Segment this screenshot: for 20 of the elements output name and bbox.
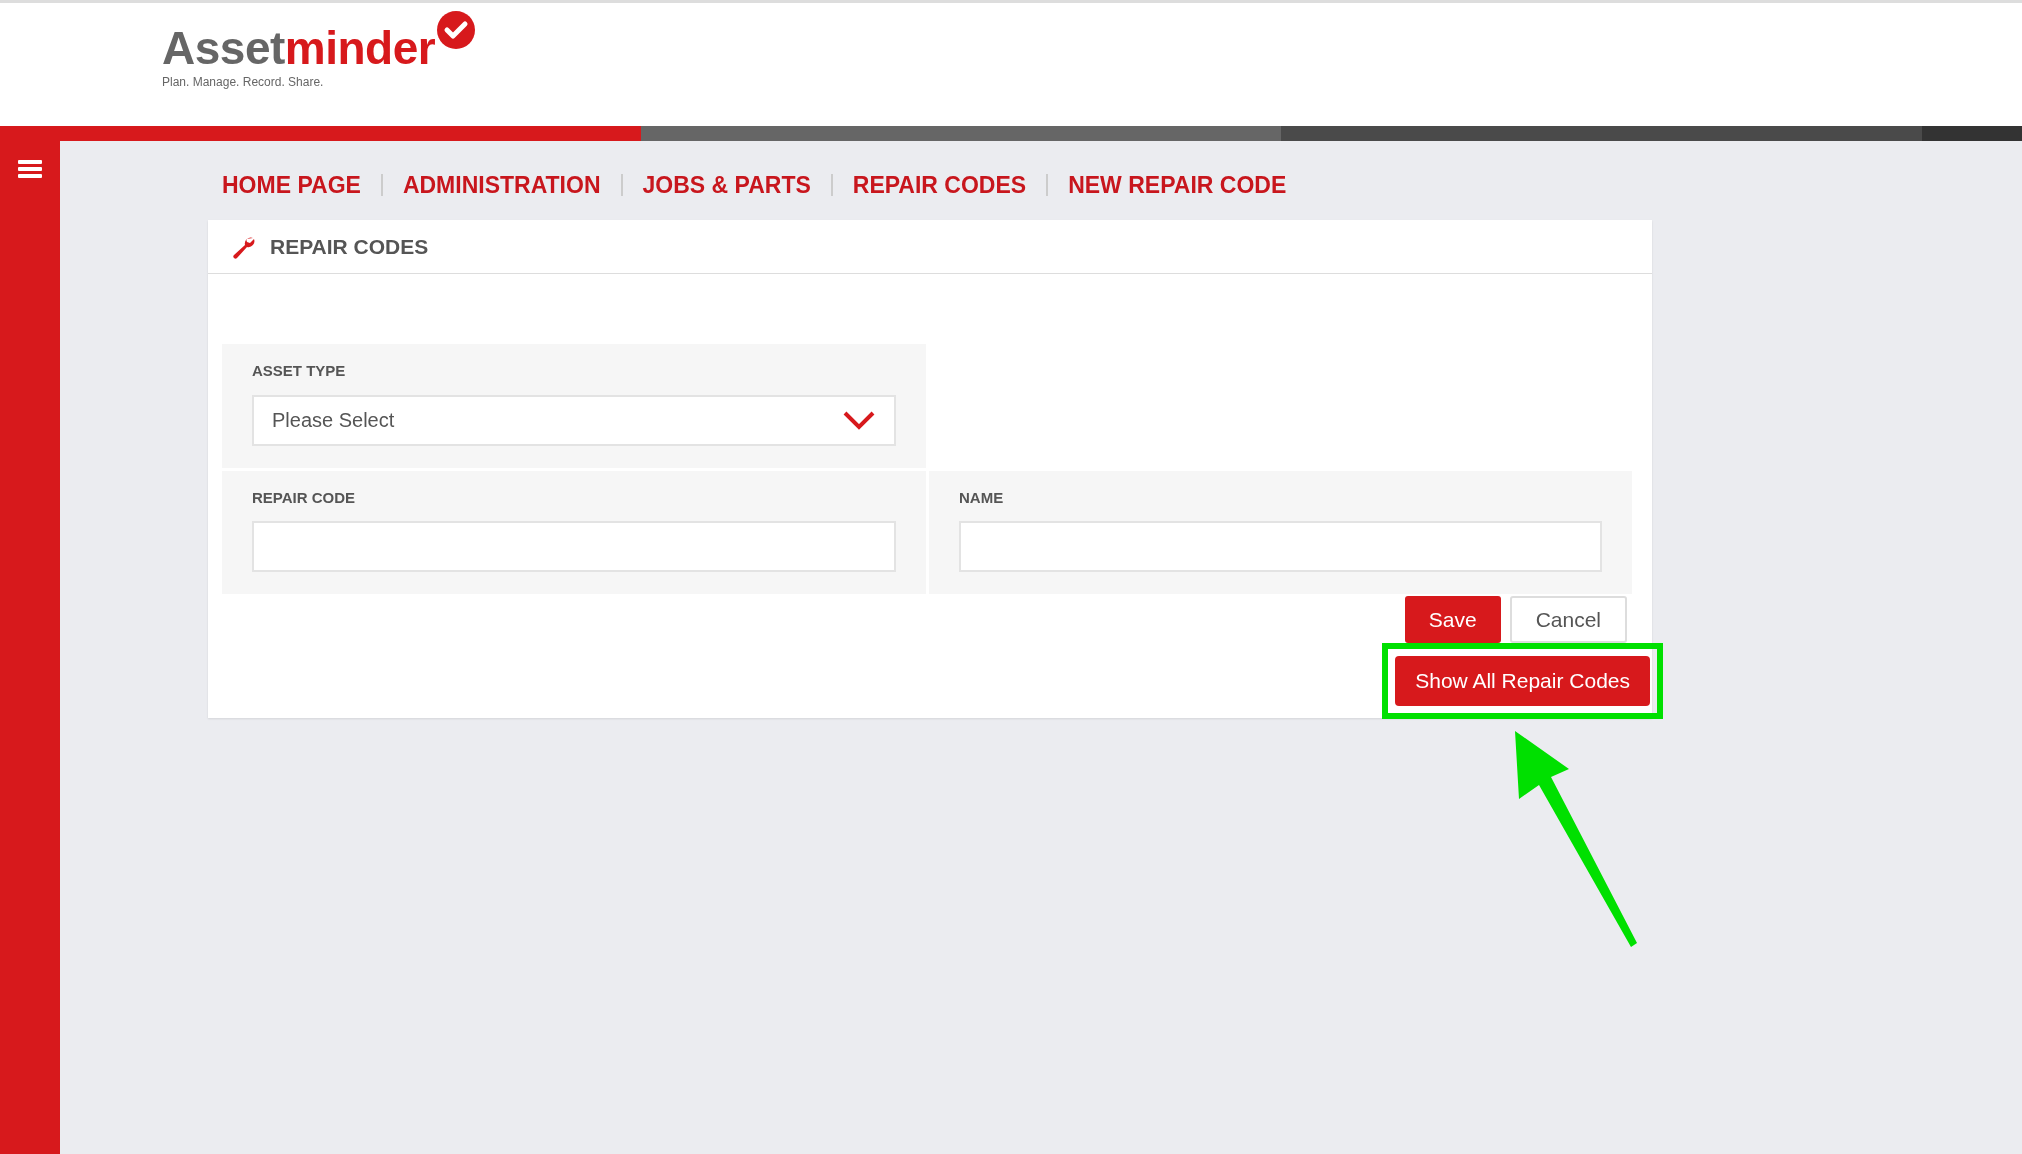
- asset-type-dropdown[interactable]: Please Select: [252, 394, 896, 446]
- breadcrumb-link[interactable]: JOBS & PARTS: [642, 167, 811, 203]
- input-field[interactable]: [959, 521, 1602, 572]
- breadcrumb-link[interactable]: REPAIR CODES: [852, 167, 1027, 203]
- field-label: NAME: [959, 487, 1005, 508]
- field-label: ASSET TYPE: [252, 361, 347, 381]
- logo-wordmark: Assetminder: [162, 25, 436, 71]
- breadcrumb-link[interactable]: ADMINISTRATION: [402, 167, 601, 203]
- input-field[interactable]: [252, 521, 896, 572]
- breadcrumb-link[interactable]: NEW REPAIR CODE: [1068, 167, 1287, 203]
- breadcrumb-link[interactable]: HOME PAGE: [222, 167, 361, 203]
- logo-tagline: Plan. Manage. Record. Share.: [162, 74, 325, 91]
- check-circle-icon: [437, 10, 476, 49]
- card-title: REPAIR CODES: [270, 233, 429, 260]
- chevron-down-icon: [842, 410, 876, 430]
- save-button[interactable]: Save: [1404, 596, 1501, 643]
- field-label: REPAIR CODE: [252, 487, 357, 508]
- menu-icon[interactable]: [18, 159, 42, 179]
- show-all-button[interactable]: Show All Repair Codes: [1395, 656, 1650, 706]
- cancel-button[interactable]: Cancel: [1509, 596, 1627, 643]
